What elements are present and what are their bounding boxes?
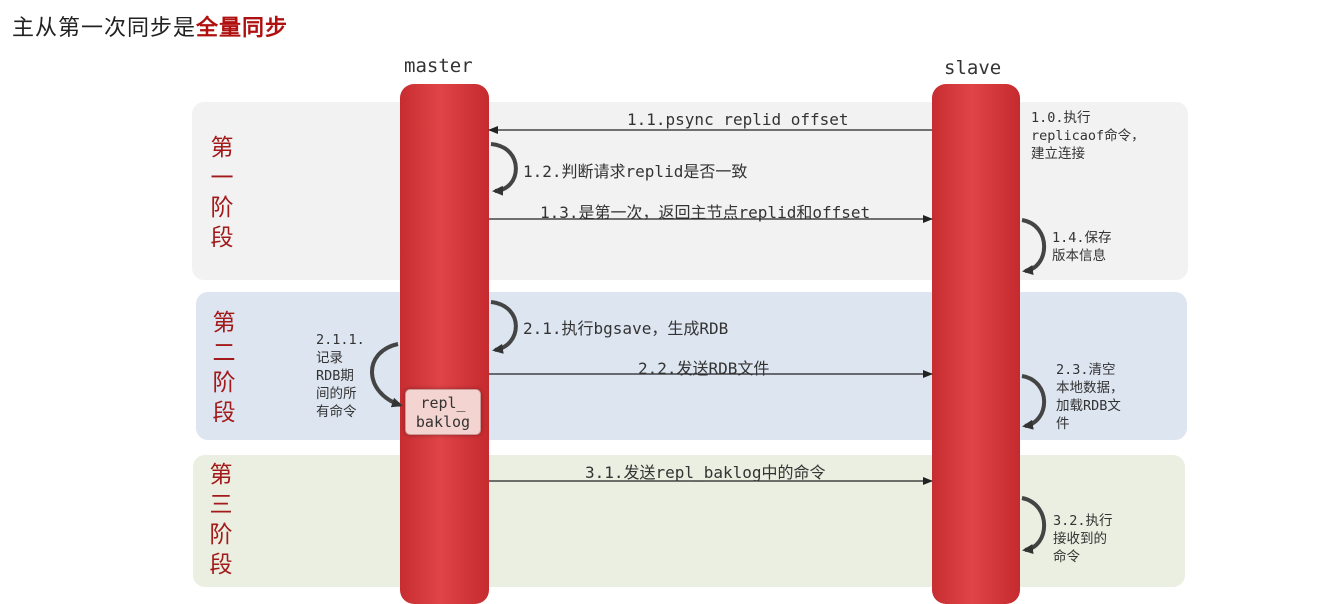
self-loop-1-2-icon — [490, 142, 518, 196]
message-1-1: 1.1.psync replid offset — [627, 110, 849, 129]
message-2-1: 2.1.执行bgsave，生成RDB — [523, 319, 729, 338]
self-loop-3-2-icon — [1021, 496, 1047, 554]
repl-baklog-box: repl_ baklog — [405, 389, 481, 435]
note-3-2: 3.2.执行 接收到的 命令 — [1053, 513, 1113, 565]
record-loop-2-1-1-icon — [370, 342, 403, 408]
note-1-0: 1.0.执行 replicaof命令， 建立连接 — [1031, 110, 1145, 162]
note-2-1-1: 2.1.1. 记录 RDB期 间的所 有命令 — [316, 332, 365, 420]
self-loop-2-1-icon — [490, 300, 518, 354]
self-loop-2-3-icon — [1021, 374, 1047, 430]
message-1-2: 1.2.判断请求replid是否一致 — [523, 162, 748, 181]
arrows-layer — [370, 126, 1047, 554]
message-3-1: 3.1.发送repl_baklog中的命令 — [585, 463, 826, 482]
self-loop-1-4-icon — [1021, 218, 1047, 275]
message-1-3: 1.3.是第一次，返回主节点replid和offset — [540, 203, 871, 222]
message-2-2: 2.2.发送RDB文件 — [638, 359, 770, 378]
note-1-4: 1.4.保存 版本信息 — [1052, 230, 1112, 264]
note-2-3: 2.3.清空 本地数据， 加载RDB文 件 — [1056, 362, 1124, 432]
